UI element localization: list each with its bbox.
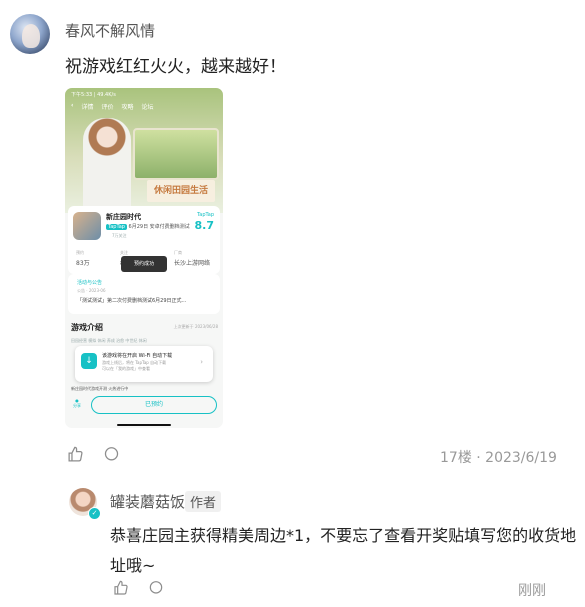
screenshot-home-indicator (117, 424, 171, 426)
notice-title: 活动与公告 (77, 280, 103, 286)
author-tag: 作者 (185, 491, 222, 512)
screenshot-nav: ‹ 详情 评价 攻略 论坛 (71, 102, 154, 111)
reply-button[interactable] (103, 446, 120, 467)
screenshot-score-label: TapTap (197, 212, 214, 218)
stat-value: 长沙上游网络 (174, 260, 211, 267)
screenshot-notice: 活动与公告 公告 · 2023-06 「测试测试」第二次付费删档测试6月29日正… (68, 274, 220, 314)
screenshot-status-bar: 下午5:33 | 49.4K/s (71, 92, 116, 98)
share-label: 分享 (73, 403, 81, 408)
comment-text: 祝游戏红红火火，越来越好！ (65, 57, 286, 77)
like-button[interactable] (67, 446, 84, 467)
screenshot-game-icon (73, 212, 101, 240)
screenshot-toast: 预约成功 (121, 256, 167, 272)
screenshot-follow-count: 7万关注 (112, 233, 127, 238)
screenshot-intro-updated: 上次更新于 2023/06/28 (173, 324, 218, 329)
screenshot-character-art (83, 118, 131, 213)
screenshot-score: 8.7 (194, 219, 215, 232)
screenshot-tab: 评价 (101, 104, 114, 111)
screenshot-farm-art (133, 128, 219, 180)
download-icon: ↓ (81, 353, 97, 369)
thumbs-up-icon (68, 446, 83, 462)
stat-label: 厂商 (174, 250, 182, 255)
screenshot-tab: 论坛 (141, 104, 154, 111)
reply-like-button[interactable] (113, 580, 129, 600)
screenshot-popup: ↓ 该游戏将在开启 Wi-Fi 自动下载 游戏上线后，将在 TapTap 自动下… (75, 346, 213, 382)
screenshot-tab: 攻略 (121, 104, 134, 111)
stat-label: 预约 (76, 250, 84, 255)
popup-desc: 游戏上线后，将在 TapTap 自动下载 可以在「我的游戏」中查看 (102, 360, 167, 371)
attached-screenshot[interactable]: 下午5:33 | 49.4K/s ‹ 详情 评价 攻略 论坛 休闲田园生活 新庄… (65, 88, 223, 428)
comment-bubble-icon (104, 447, 119, 461)
screenshot-intro-title: 游戏介绍 (71, 323, 103, 332)
stat-value: 83万 (76, 260, 90, 267)
thumbs-up-icon (114, 580, 128, 595)
reply-text: 恭喜庄园主获得精美周边*1，不要忘了查看开奖贴填写您的收货地址哦~ (110, 526, 577, 575)
screenshot-game-name: 新庄园时代 (106, 213, 141, 221)
reply-username[interactable]: 罐装蘑菇饭 (110, 491, 185, 512)
screenshot-game-line: TapTap 6月29日 安卓付费删档测试 (106, 223, 190, 230)
notice-meta: 公告 · 2023-06 (77, 288, 106, 293)
screenshot-share: ● 分享 (73, 398, 81, 409)
user-avatar[interactable] (10, 14, 50, 54)
screenshot-game-date: 6月29日 安卓付费删档测试 (128, 224, 190, 230)
screenshot-header-art: 下午5:33 | 49.4K/s ‹ 详情 评价 攻略 论坛 休闲田园生活 (65, 88, 223, 213)
reply-time: 刚刚 (518, 583, 546, 599)
screenshot-tab: 详情 (81, 104, 94, 111)
comment-bubble-icon (149, 581, 163, 594)
reply-comment-button[interactable] (148, 580, 164, 600)
chevron-right-icon: › (200, 358, 203, 366)
floor-and-date: 17楼 · 2023/6/19 (440, 450, 557, 466)
popup-title: 该游戏将在开启 Wi-Fi 自动下载 (102, 353, 173, 359)
verified-badge-icon: ✓ (88, 507, 101, 520)
screenshot-back-icon: ‹ (71, 102, 74, 109)
screenshot-tags: 田园经营 模拟 休闲 养成 治愈 中世纪 休闲 (71, 338, 147, 343)
comment-username[interactable]: 春风不解风情 (65, 20, 155, 41)
screenshot-action-button: 已预约 (91, 396, 217, 414)
screenshot-bottom-text: 新庄园时代游戏开测 火热进行中 (71, 386, 129, 391)
screenshot-banner-text: 休闲田园生活 (147, 180, 215, 202)
screenshot-game-tag: TapTap (106, 224, 127, 230)
notice-body: 「测试测试」第二次付费删档测试6月29日正式... (77, 298, 187, 304)
